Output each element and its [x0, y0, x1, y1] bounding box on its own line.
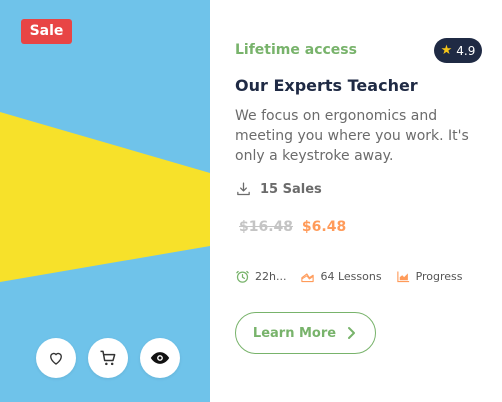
star-icon: ★: [440, 43, 453, 58]
clock-icon: [236, 270, 249, 283]
quick-actions: [36, 338, 180, 378]
add-to-cart-button[interactable]: [88, 338, 128, 378]
duration-label: 22h...: [255, 270, 287, 283]
heart-icon: [50, 352, 62, 365]
level-label: Progress: [415, 270, 463, 283]
chart-icon: [396, 271, 409, 283]
learn-more-button[interactable]: Learn More: [235, 312, 376, 354]
cart-icon: [100, 350, 116, 366]
download-icon: [237, 182, 250, 196]
chevron-right-icon: [348, 327, 356, 339]
duration: 22h...: [235, 269, 286, 284]
layers-icon: [301, 273, 315, 283]
preview-button[interactable]: [140, 338, 180, 378]
old-price: $16.48: [239, 219, 294, 235]
course-title[interactable]: Our Experts Teacher: [235, 76, 418, 95]
sales-label: 15 Sales: [260, 182, 322, 197]
sales-count: 15 Sales: [235, 181, 322, 198]
current-price: $6.48: [301, 219, 347, 235]
lessons: 64 Lessons: [300, 269, 382, 284]
lessons-label: 64 Lessons: [320, 270, 382, 283]
wishlist-button[interactable]: [36, 338, 76, 378]
course-description: We focus on ergonomics and meeting you w…: [235, 108, 469, 164]
course-thumbnail[interactable]: Sale: [0, 0, 210, 402]
level: Progress: [396, 269, 463, 284]
sale-badge: Sale: [21, 19, 72, 44]
course-meta: 22h... 64 Lessons Progress: [235, 269, 471, 284]
rating-value: 4.9: [456, 43, 476, 58]
course-content: Lifetime access ★ 4.9 Our Experts Teache…: [210, 0, 502, 402]
price: $16.48 $6.48: [239, 219, 346, 235]
learn-more-label: Learn More: [252, 325, 337, 341]
course-card: Sale Lifetime access ★ 4.9 Our Experts T…: [0, 0, 502, 402]
access-label: Lifetime access: [235, 42, 357, 58]
eye-icon: [150, 352, 170, 364]
rating-badge: ★ 4.9: [434, 38, 482, 63]
